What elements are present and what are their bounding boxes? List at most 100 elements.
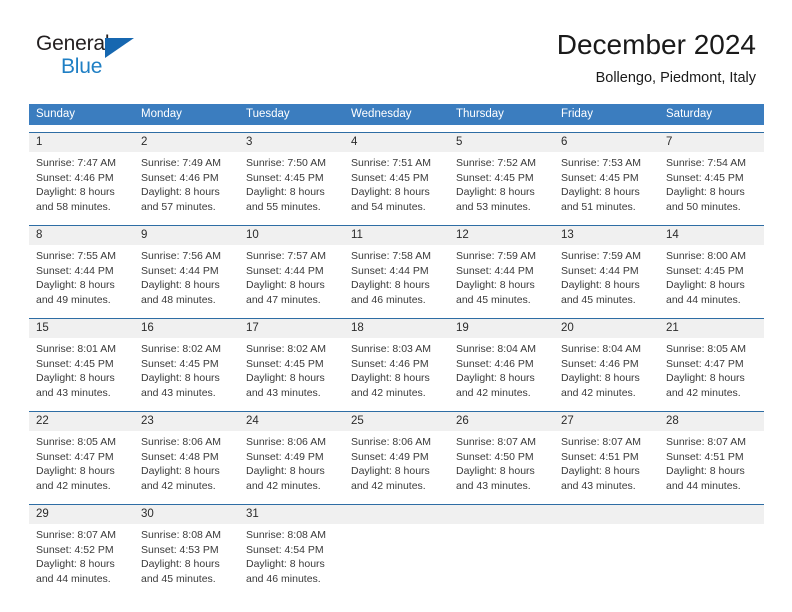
day-cell[interactable]: Sunrise: 8:01 AM Sunset: 4:45 PM Dayligh… (29, 338, 134, 404)
general-blue-logo[interactable]: General Blue (36, 32, 156, 84)
day-cell[interactable]: Sunrise: 8:03 AM Sunset: 4:46 PM Dayligh… (344, 338, 449, 404)
day-cell[interactable]: Sunrise: 8:02 AM Sunset: 4:45 PM Dayligh… (134, 338, 239, 404)
day-cell[interactable]: Sunrise: 7:49 AM Sunset: 4:46 PM Dayligh… (134, 152, 239, 218)
day-cell[interactable]: Sunrise: 8:05 AM Sunset: 4:47 PM Dayligh… (659, 338, 764, 404)
daylight-text-line2: and 51 minutes. (561, 200, 636, 213)
sunrise-text: Sunrise: 7:55 AM (36, 250, 116, 262)
sunrise-text: Sunrise: 7:51 AM (351, 157, 431, 169)
day-number: 13 (561, 229, 574, 241)
sunrise-text: Sunrise: 8:07 AM (456, 436, 536, 448)
day-cell[interactable]: Sunrise: 8:08 AM Sunset: 4:54 PM Dayligh… (239, 524, 344, 590)
day-cell[interactable]: Sunrise: 8:04 AM Sunset: 4:46 PM Dayligh… (554, 338, 659, 404)
day-cell[interactable]: Sunrise: 8:02 AM Sunset: 4:45 PM Dayligh… (239, 338, 344, 404)
day-number: 18 (351, 322, 364, 334)
calendar-week-row: 22 23 24 25 26 27 28 Sunrise: 8:05 AM Su… (29, 411, 764, 497)
day-number: 25 (351, 415, 364, 427)
daylight-text-line2: and 44 minutes. (36, 572, 111, 585)
day-cell[interactable]: Sunrise: 7:50 AM Sunset: 4:45 PM Dayligh… (239, 152, 344, 218)
day-cell[interactable]: Sunrise: 7:47 AM Sunset: 4:46 PM Dayligh… (29, 152, 134, 218)
daylight-text-line1: Daylight: 8 hours (36, 372, 115, 385)
weekday-header-row: Sunday Monday Tuesday Wednesday Thursday… (29, 104, 764, 125)
day-details: Sunrise: 8:02 AM Sunset: 4:45 PM Dayligh… (141, 338, 236, 404)
day-number: 12 (456, 229, 469, 241)
title-block: December 2024 Bollengo, Piedmont, Italy (557, 28, 756, 88)
day-number: 29 (36, 508, 49, 520)
sunset-text: Sunset: 4:45 PM (456, 171, 534, 184)
daylight-text-line1: Daylight: 8 hours (36, 465, 115, 478)
day-details: Sunrise: 7:52 AM Sunset: 4:45 PM Dayligh… (456, 152, 551, 218)
daylight-text-line1: Daylight: 8 hours (246, 465, 325, 478)
day-cell[interactable]: Sunrise: 7:55 AM Sunset: 4:44 PM Dayligh… (29, 245, 134, 311)
sunrise-text: Sunrise: 8:04 AM (456, 343, 536, 355)
daylight-text-line1: Daylight: 8 hours (456, 372, 535, 385)
weekday-header-tuesday: Tuesday (246, 108, 290, 120)
day-details: Sunrise: 8:07 AM Sunset: 4:52 PM Dayligh… (36, 524, 131, 590)
sunset-text: Sunset: 4:44 PM (456, 264, 534, 277)
day-details: Sunrise: 7:59 AM Sunset: 4:44 PM Dayligh… (561, 245, 656, 311)
day-cell[interactable]: Sunrise: 7:53 AM Sunset: 4:45 PM Dayligh… (554, 152, 659, 218)
day-number: 4 (351, 136, 358, 148)
day-number: 17 (246, 322, 259, 334)
day-cell[interactable]: Sunrise: 7:59 AM Sunset: 4:44 PM Dayligh… (449, 245, 554, 311)
day-details: Sunrise: 7:54 AM Sunset: 4:45 PM Dayligh… (666, 152, 761, 218)
daylight-text-line1: Daylight: 8 hours (141, 372, 220, 385)
day-number: 1 (36, 136, 43, 148)
daylight-text-line2: and 42 minutes. (351, 479, 426, 492)
daylight-text-line2: and 42 minutes. (351, 386, 426, 399)
day-details: Sunrise: 8:06 AM Sunset: 4:48 PM Dayligh… (141, 431, 236, 497)
day-details: Sunrise: 8:05 AM Sunset: 4:47 PM Dayligh… (666, 338, 761, 404)
sunset-text: Sunset: 4:53 PM (141, 543, 219, 556)
sunset-text: Sunset: 4:45 PM (141, 357, 219, 370)
day-cell[interactable]: Sunrise: 7:57 AM Sunset: 4:44 PM Dayligh… (239, 245, 344, 311)
day-details: Sunrise: 7:55 AM Sunset: 4:44 PM Dayligh… (36, 245, 131, 311)
sunset-text: Sunset: 4:54 PM (246, 543, 324, 556)
day-cell[interactable]: Sunrise: 7:52 AM Sunset: 4:45 PM Dayligh… (449, 152, 554, 218)
daylight-text-line1: Daylight: 8 hours (561, 186, 640, 199)
sunset-text: Sunset: 4:44 PM (141, 264, 219, 277)
sunrise-text: Sunrise: 7:59 AM (561, 250, 641, 262)
daylight-text-line2: and 48 minutes. (141, 293, 216, 306)
day-cell[interactable]: Sunrise: 8:06 AM Sunset: 4:48 PM Dayligh… (134, 431, 239, 497)
day-cell[interactable]: Sunrise: 7:58 AM Sunset: 4:44 PM Dayligh… (344, 245, 449, 311)
daylight-text-line2: and 49 minutes. (36, 293, 111, 306)
day-cell[interactable]: Sunrise: 8:07 AM Sunset: 4:51 PM Dayligh… (554, 431, 659, 497)
day-cell[interactable]: Sunrise: 8:04 AM Sunset: 4:46 PM Dayligh… (449, 338, 554, 404)
daylight-text-line2: and 42 minutes. (141, 479, 216, 492)
calendar-week-row: 15 16 17 18 19 20 21 Sunrise: 8:01 AM Su… (29, 318, 764, 404)
day-details: Sunrise: 8:07 AM Sunset: 4:51 PM Dayligh… (666, 431, 761, 497)
sunrise-text: Sunrise: 7:57 AM (246, 250, 326, 262)
daylight-text-line1: Daylight: 8 hours (246, 558, 325, 571)
day-cell[interactable]: Sunrise: 8:06 AM Sunset: 4:49 PM Dayligh… (239, 431, 344, 497)
day-details: Sunrise: 7:59 AM Sunset: 4:44 PM Dayligh… (456, 245, 551, 311)
daylight-text-line1: Daylight: 8 hours (36, 558, 115, 571)
weekday-header-monday: Monday (141, 108, 182, 120)
day-cell[interactable]: Sunrise: 8:06 AM Sunset: 4:49 PM Dayligh… (344, 431, 449, 497)
day-cell[interactable]: Sunrise: 7:51 AM Sunset: 4:45 PM Dayligh… (344, 152, 449, 218)
day-cell[interactable]: Sunrise: 8:00 AM Sunset: 4:45 PM Dayligh… (659, 245, 764, 311)
daylight-text-line1: Daylight: 8 hours (351, 279, 430, 292)
daylight-text-line1: Daylight: 8 hours (141, 465, 220, 478)
day-details: Sunrise: 7:53 AM Sunset: 4:45 PM Dayligh… (561, 152, 656, 218)
day-cell[interactable]: Sunrise: 7:59 AM Sunset: 4:44 PM Dayligh… (554, 245, 659, 311)
day-cell[interactable]: Sunrise: 8:07 AM Sunset: 4:52 PM Dayligh… (29, 524, 134, 590)
day-cell[interactable]: Sunrise: 7:54 AM Sunset: 4:45 PM Dayligh… (659, 152, 764, 218)
day-details: Sunrise: 8:05 AM Sunset: 4:47 PM Dayligh… (36, 431, 131, 497)
sunrise-text: Sunrise: 7:53 AM (561, 157, 641, 169)
sunrise-text: Sunrise: 8:01 AM (36, 343, 116, 355)
week-daynumber-band: 8 9 10 11 12 13 14 (29, 226, 764, 245)
day-number: 19 (456, 322, 469, 334)
day-cell[interactable]: Sunrise: 8:07 AM Sunset: 4:50 PM Dayligh… (449, 431, 554, 497)
day-number (344, 505, 449, 524)
day-cell[interactable]: Sunrise: 8:08 AM Sunset: 4:53 PM Dayligh… (134, 524, 239, 590)
daylight-text-line2: and 55 minutes. (246, 200, 321, 213)
week-daynumber-band: 22 23 24 25 26 27 28 (29, 412, 764, 431)
day-cell[interactable]: Sunrise: 8:07 AM Sunset: 4:51 PM Dayligh… (659, 431, 764, 497)
day-cell[interactable]: Sunrise: 7:56 AM Sunset: 4:44 PM Dayligh… (134, 245, 239, 311)
sunset-text: Sunset: 4:44 PM (561, 264, 639, 277)
day-cell-empty (554, 524, 659, 590)
day-details (351, 524, 446, 590)
daylight-text-line1: Daylight: 8 hours (246, 279, 325, 292)
day-details: Sunrise: 8:04 AM Sunset: 4:46 PM Dayligh… (561, 338, 656, 404)
day-cell[interactable]: Sunrise: 8:05 AM Sunset: 4:47 PM Dayligh… (29, 431, 134, 497)
sunset-text: Sunset: 4:51 PM (561, 450, 639, 463)
